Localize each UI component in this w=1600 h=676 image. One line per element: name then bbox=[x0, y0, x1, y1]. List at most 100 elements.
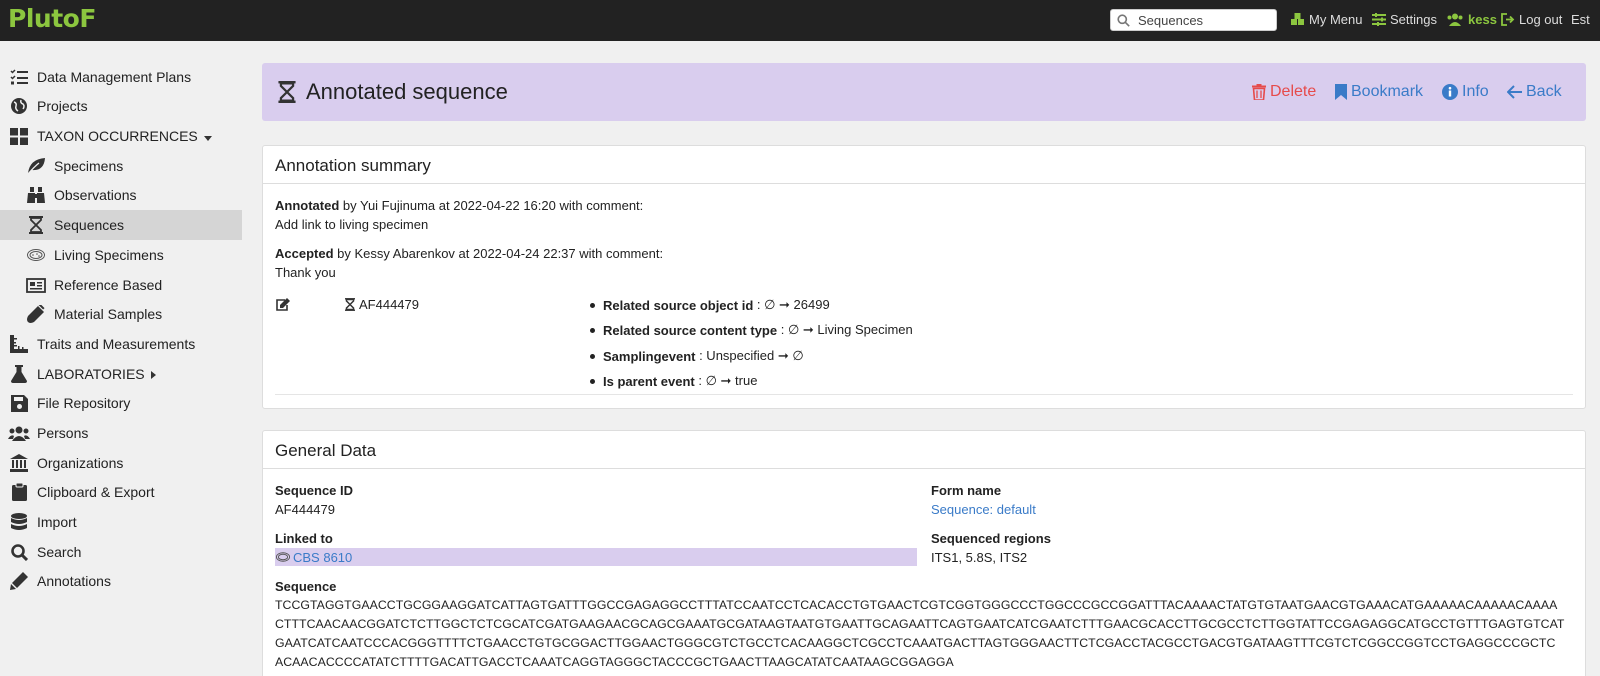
sidebar-item-laboratories[interactable]: LABORATORIES bbox=[0, 359, 242, 389]
sequence-line: ACAACACCCCATATCTTTTGACATTGACCTCAAATCAGGT… bbox=[275, 655, 954, 669]
leaf-icon bbox=[25, 156, 47, 176]
top-bar: PlutoF My Menu Settings kess Log out Est bbox=[0, 0, 1600, 41]
sidebar-item-clipboard-export[interactable]: Clipboard & Export bbox=[0, 477, 242, 507]
sidebar-item-data-management-plans[interactable]: Data Management Plans bbox=[0, 62, 242, 92]
sidebar-item-specimens[interactable]: Specimens bbox=[0, 151, 242, 181]
user-link[interactable]: kess bbox=[1446, 12, 1497, 27]
sidebar-item-observations[interactable]: Observations bbox=[0, 180, 242, 210]
change-field: Samplingevent bbox=[603, 348, 696, 364]
general-data-card: General Data Sequence ID AF444479 Form n… bbox=[262, 430, 1586, 676]
annotation-summary-card: Annotation summary Annotated by Yui Fuji… bbox=[262, 145, 1586, 409]
bookmark-button[interactable]: Bookmark bbox=[1335, 83, 1423, 101]
floppy-icon bbox=[8, 393, 30, 413]
sidebar-item-living-specimens[interactable]: Living Specimens bbox=[0, 240, 242, 270]
my-menu-link[interactable]: My Menu bbox=[1290, 12, 1362, 27]
change-field: Related source object id bbox=[603, 297, 754, 313]
sidebar-item-label: Projects bbox=[37, 98, 88, 114]
linked-to-link[interactable]: CBS 8610 bbox=[293, 550, 352, 565]
sidebar-item-sequences[interactable]: Sequences bbox=[0, 210, 242, 240]
hourglass-icon bbox=[345, 298, 355, 311]
linked-to-label: Linked to bbox=[275, 531, 333, 546]
grid-icon bbox=[8, 126, 30, 146]
sequenced-regions-value: ITS1, 5.8S, ITS2 bbox=[931, 550, 1028, 565]
global-search[interactable] bbox=[1110, 9, 1277, 31]
search-icon bbox=[8, 542, 30, 562]
sidebar-item-organizations[interactable]: Organizations bbox=[0, 448, 242, 478]
sidebar-item-label: Persons bbox=[37, 425, 89, 441]
sidebar-item-reference-based[interactable]: Reference Based bbox=[0, 270, 242, 300]
sidebar-item-taxon-occurrences[interactable]: TAXON OCCURRENCES bbox=[0, 121, 242, 151]
settings-label: Settings bbox=[1390, 12, 1437, 27]
sidebar-item-material-samples[interactable]: Material Samples bbox=[0, 299, 242, 329]
sidebar-item-annotations[interactable]: Annotations bbox=[0, 566, 242, 596]
test-tube-icon bbox=[25, 304, 47, 324]
sidebar-item-persons[interactable]: Persons bbox=[0, 418, 242, 448]
sidebar-item-label: Specimens bbox=[54, 158, 124, 174]
newspaper-icon bbox=[25, 275, 47, 295]
sliders-icon bbox=[1372, 13, 1386, 26]
form-name-link[interactable]: Sequence: default bbox=[931, 502, 1036, 517]
change-field: Related source content type bbox=[603, 322, 778, 338]
accepted-label: Accepted bbox=[275, 246, 334, 261]
annotated-line: Annotated by Yui Fujinuma at 2022-04-22 … bbox=[275, 198, 643, 213]
user-name: kess bbox=[1468, 12, 1497, 27]
sidebar-item-label: Clipboard & Export bbox=[37, 484, 155, 500]
users-icon bbox=[8, 423, 30, 443]
sequence-id-label: Sequence ID bbox=[275, 483, 354, 498]
sidebar-item-label: Import bbox=[37, 514, 77, 530]
sidebar-item-label: Annotations bbox=[37, 573, 111, 589]
back-button[interactable]: Back bbox=[1507, 83, 1562, 101]
search-input[interactable] bbox=[1138, 12, 1268, 28]
petri-dish-icon bbox=[25, 245, 47, 265]
page-header: Annotated sequence Delete Bookmark Info … bbox=[262, 63, 1586, 121]
sidebar-item-import[interactable]: Import bbox=[0, 507, 242, 537]
card-title: General Data bbox=[275, 441, 377, 460]
divider bbox=[263, 183, 1585, 184]
sequence-line: CTTTCAACAACGGATCTCTTGGCTCTCGCATCGATGAAGA… bbox=[275, 617, 1565, 631]
info-button[interactable]: Info bbox=[1442, 83, 1489, 101]
accepted-comment: Thank you bbox=[275, 265, 336, 280]
back-label: Back bbox=[1526, 83, 1562, 100]
hourglass-icon bbox=[25, 215, 47, 235]
petri-dish-icon bbox=[276, 552, 290, 562]
logout-label: Log out bbox=[1519, 12, 1563, 27]
accepted-text: by Kessy Abarenkov at 2022-04-24 22:37 w… bbox=[333, 246, 664, 261]
bookmark-icon bbox=[1335, 84, 1347, 100]
edit-icon[interactable] bbox=[276, 298, 290, 314]
hourglass-icon bbox=[278, 81, 296, 106]
sequence-line: GAATCATCAATCCCACGGGTTTTCTGAACCTGTGCGGACT… bbox=[275, 636, 1556, 650]
change-value: : ∅ ➞ 26499 bbox=[753, 297, 830, 312]
delete-button[interactable]: Delete bbox=[1252, 83, 1316, 101]
settings-link[interactable]: Settings bbox=[1372, 12, 1437, 27]
sequence-value: TCCGTAGGTGAACCTGCGGAAGGATCATTAGTGATTTGGC… bbox=[275, 596, 1575, 672]
caret-down-icon bbox=[203, 128, 212, 144]
sequence-label: Sequence bbox=[275, 579, 337, 594]
flask-icon bbox=[8, 364, 30, 384]
annotated-comment: Add link to living specimen bbox=[275, 217, 429, 232]
change-value: : ∅ ➞ Living Specimen bbox=[777, 322, 913, 337]
change-item: Related source content type : ∅ ➞ Living… bbox=[590, 322, 913, 338]
sidebar-item-projects[interactable]: Projects bbox=[0, 91, 242, 121]
sequence-id-value: AF444479 bbox=[275, 502, 335, 517]
arrow-left-icon bbox=[1507, 85, 1522, 99]
sidebar-item-label: Organizations bbox=[37, 455, 124, 471]
sidebar-item-traits-and-measurements[interactable]: Traits and Measurements bbox=[0, 329, 242, 359]
change-value: : Unspecified ➞ ∅ bbox=[695, 348, 804, 363]
sidebar-item-label: Sequences bbox=[54, 217, 125, 233]
divider bbox=[275, 394, 1573, 395]
sidebar-item-label: Living Specimens bbox=[54, 247, 164, 263]
change-item: Is parent event : ∅ ➞ true bbox=[590, 373, 757, 389]
annotated-text: by Yui Fujinuma at 2022-04-22 16:20 with… bbox=[339, 198, 644, 213]
sidebar-item-file-repository[interactable]: File Repository bbox=[0, 388, 242, 418]
sidebar-item-search[interactable]: Search bbox=[0, 537, 242, 567]
page-title: Annotated sequence bbox=[306, 79, 508, 104]
my-menu-label: My Menu bbox=[1309, 12, 1363, 27]
sidebar-item-label: Reference Based bbox=[54, 277, 163, 293]
logout-link[interactable]: Log out bbox=[1501, 12, 1562, 27]
sidebar-item-label: File Repository bbox=[37, 395, 131, 411]
info-icon bbox=[1442, 84, 1458, 100]
sidebar-item-label: Observations bbox=[54, 187, 137, 203]
language-switch[interactable]: Est bbox=[1571, 12, 1590, 27]
plutof-logo[interactable]: PlutoF bbox=[8, 4, 96, 33]
linked-to-row: CBS 8610 bbox=[275, 548, 917, 566]
